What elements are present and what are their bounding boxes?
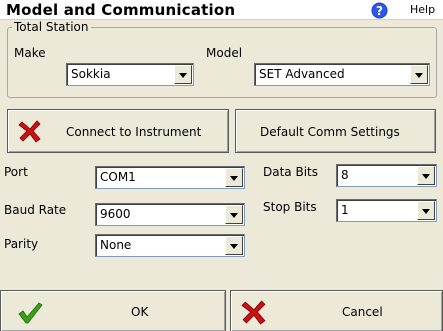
green-check-icon xyxy=(18,302,43,324)
data-bits-label: Data Bits xyxy=(263,165,318,179)
connect-to-instrument-button[interactable]: Connect to Instrument xyxy=(7,109,229,153)
parity-value: None xyxy=(100,238,132,252)
ok-button[interactable]: OK xyxy=(0,290,226,331)
red-x-icon xyxy=(241,300,266,325)
parity-label: Parity xyxy=(4,237,39,251)
red-x-icon xyxy=(18,120,41,143)
make-value: Sokkia xyxy=(71,67,111,81)
make-dropdown-arrow-icon[interactable] xyxy=(174,65,192,84)
svg-text:?: ? xyxy=(376,4,383,18)
stop-bits-label: Stop Bits xyxy=(263,200,317,214)
stop-bits-select[interactable]: 1 xyxy=(336,199,437,222)
model-value: SET Advanced xyxy=(259,67,345,81)
window-title: Model and Communication xyxy=(6,1,236,19)
cancel-label: Cancel xyxy=(342,305,383,319)
port-dropdown-arrow-icon[interactable] xyxy=(225,168,243,187)
make-label: Make xyxy=(14,46,46,60)
model-label: Model xyxy=(206,46,243,60)
stop-bits-value: 1 xyxy=(341,203,349,217)
model-dropdown-arrow-icon[interactable] xyxy=(410,65,428,84)
data-bits-select[interactable]: 8 xyxy=(336,164,437,187)
default-comm-settings-button[interactable]: Default Comm Settings xyxy=(235,109,436,153)
cancel-button[interactable]: Cancel xyxy=(230,290,443,331)
ok-label: OK xyxy=(131,305,149,319)
port-value: COM1 xyxy=(100,170,136,184)
title-bar: Model and Communication ? Help xyxy=(0,0,443,20)
baud-rate-value: 9600 xyxy=(100,207,131,221)
port-label: Port xyxy=(4,165,28,179)
stop-bits-dropdown-arrow-icon[interactable] xyxy=(417,201,435,220)
help-label[interactable]: Help xyxy=(410,3,435,16)
baud-rate-label: Baud Rate xyxy=(4,203,67,217)
parity-select[interactable]: None xyxy=(95,234,245,257)
help-icon[interactable]: ? xyxy=(371,2,388,19)
baud-rate-dropdown-arrow-icon[interactable] xyxy=(225,205,243,224)
parity-dropdown-arrow-icon[interactable] xyxy=(225,236,243,255)
connect-label: Connect to Instrument xyxy=(66,125,202,139)
total-station-group-label: Total Station xyxy=(12,20,91,34)
make-select[interactable]: Sokkia xyxy=(66,63,194,86)
default-comm-label: Default Comm Settings xyxy=(260,125,400,139)
data-bits-value: 8 xyxy=(341,168,349,182)
port-select[interactable]: COM1 xyxy=(95,166,245,189)
baud-rate-select[interactable]: 9600 xyxy=(95,203,245,226)
data-bits-dropdown-arrow-icon[interactable] xyxy=(417,166,435,185)
model-select[interactable]: SET Advanced xyxy=(254,63,430,86)
model-communication-dialog: Model and Communication ? Help Total Sta… xyxy=(0,0,443,331)
